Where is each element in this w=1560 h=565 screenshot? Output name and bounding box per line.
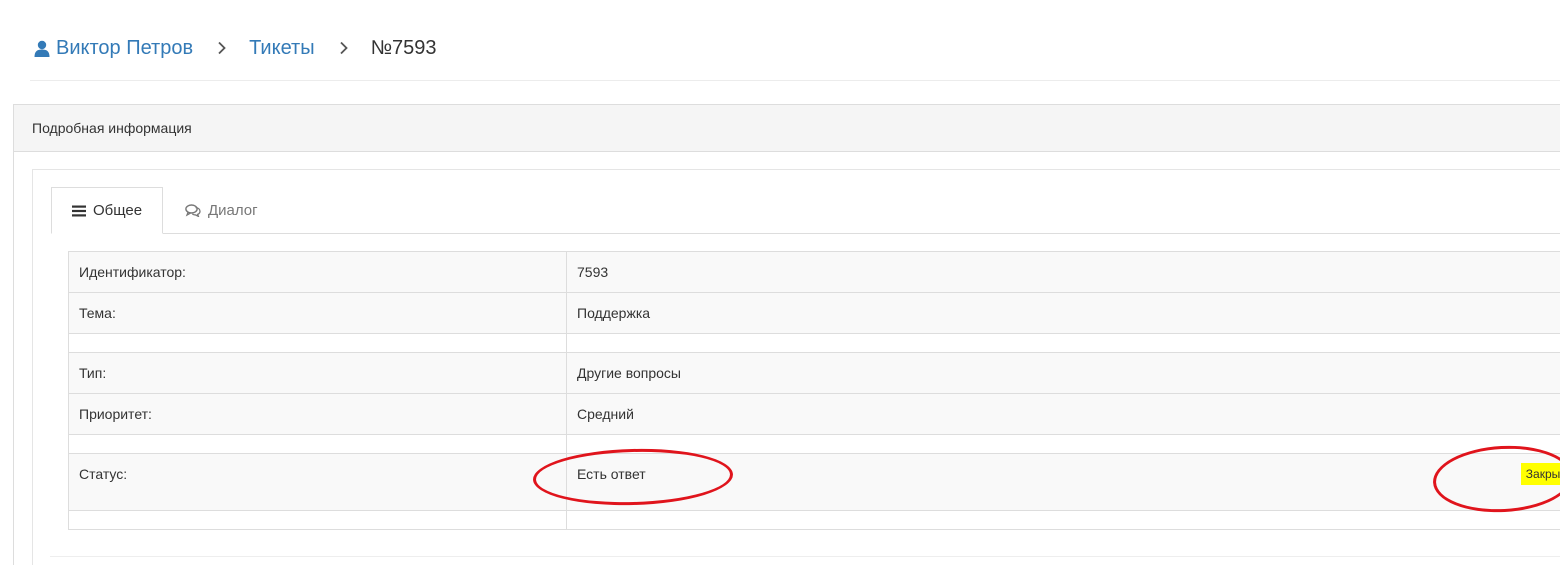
row-value-type: Другие вопросы bbox=[566, 352, 1560, 394]
table-row-status: Статус: Есть ответ Закрыть bbox=[68, 453, 1560, 511]
row-label-priority: Приоритет: bbox=[68, 393, 567, 435]
breadcrumb-user-label: Виктор Петров bbox=[56, 36, 194, 59]
table-row: Приоритет: Средний bbox=[68, 393, 1560, 435]
panel-heading: Подробная информация bbox=[14, 105, 1560, 152]
row-value-priority: Средний bbox=[566, 393, 1560, 435]
chevron-right-icon bbox=[339, 41, 349, 55]
list-icon bbox=[72, 205, 86, 216]
table-row: Идентификатор: 7593 bbox=[68, 251, 1560, 293]
breadcrumb: Виктор Петров Тикеты №7593 bbox=[34, 33, 437, 63]
table-spacer-row bbox=[68, 434, 1560, 454]
tab-dialog-label: Диалог bbox=[208, 202, 258, 219]
comments-icon bbox=[185, 204, 201, 217]
tab-general-label: Общее bbox=[93, 202, 143, 219]
table-tail-row bbox=[68, 510, 1560, 530]
row-value-id: 7593 bbox=[566, 251, 1560, 293]
header-divider bbox=[30, 80, 1560, 81]
breadcrumb-current: №7593 bbox=[370, 36, 437, 59]
table-row: Тема: Поддержка bbox=[68, 292, 1560, 334]
table-row: Тип: Другие вопросы bbox=[68, 352, 1560, 394]
panel-bottom-divider bbox=[50, 556, 1560, 557]
row-label-status: Статус: bbox=[68, 453, 567, 511]
row-value-subject: Поддержка bbox=[566, 292, 1560, 334]
breadcrumb-tickets-link[interactable]: Тикеты bbox=[249, 37, 314, 60]
ticket-page: Виктор Петров Тикеты №7593 Подробная инф… bbox=[0, 0, 1560, 565]
row-label-type: Тип: bbox=[68, 352, 567, 394]
ticket-info-table: Идентификатор: 7593 Тема: Поддержка Тип:… bbox=[68, 251, 1560, 530]
status-value: Есть ответ bbox=[577, 466, 646, 482]
chevron-right-icon bbox=[217, 41, 227, 55]
row-label-subject: Тема: bbox=[68, 292, 567, 334]
breadcrumb-user-link[interactable]: Виктор Петров bbox=[34, 37, 193, 60]
row-label-id: Идентификатор: bbox=[68, 251, 567, 293]
tab-dialog[interactable]: Диалог bbox=[185, 187, 258, 234]
row-value-status-cell: Есть ответ Закрыть bbox=[566, 453, 1560, 511]
tab-bar: Общее Диалог bbox=[51, 187, 1560, 234]
close-ticket-button[interactable]: Закрыть bbox=[1520, 463, 1560, 485]
table-spacer-row bbox=[68, 333, 1560, 353]
tab-general[interactable]: Общее bbox=[51, 187, 163, 234]
user-icon bbox=[34, 40, 50, 57]
